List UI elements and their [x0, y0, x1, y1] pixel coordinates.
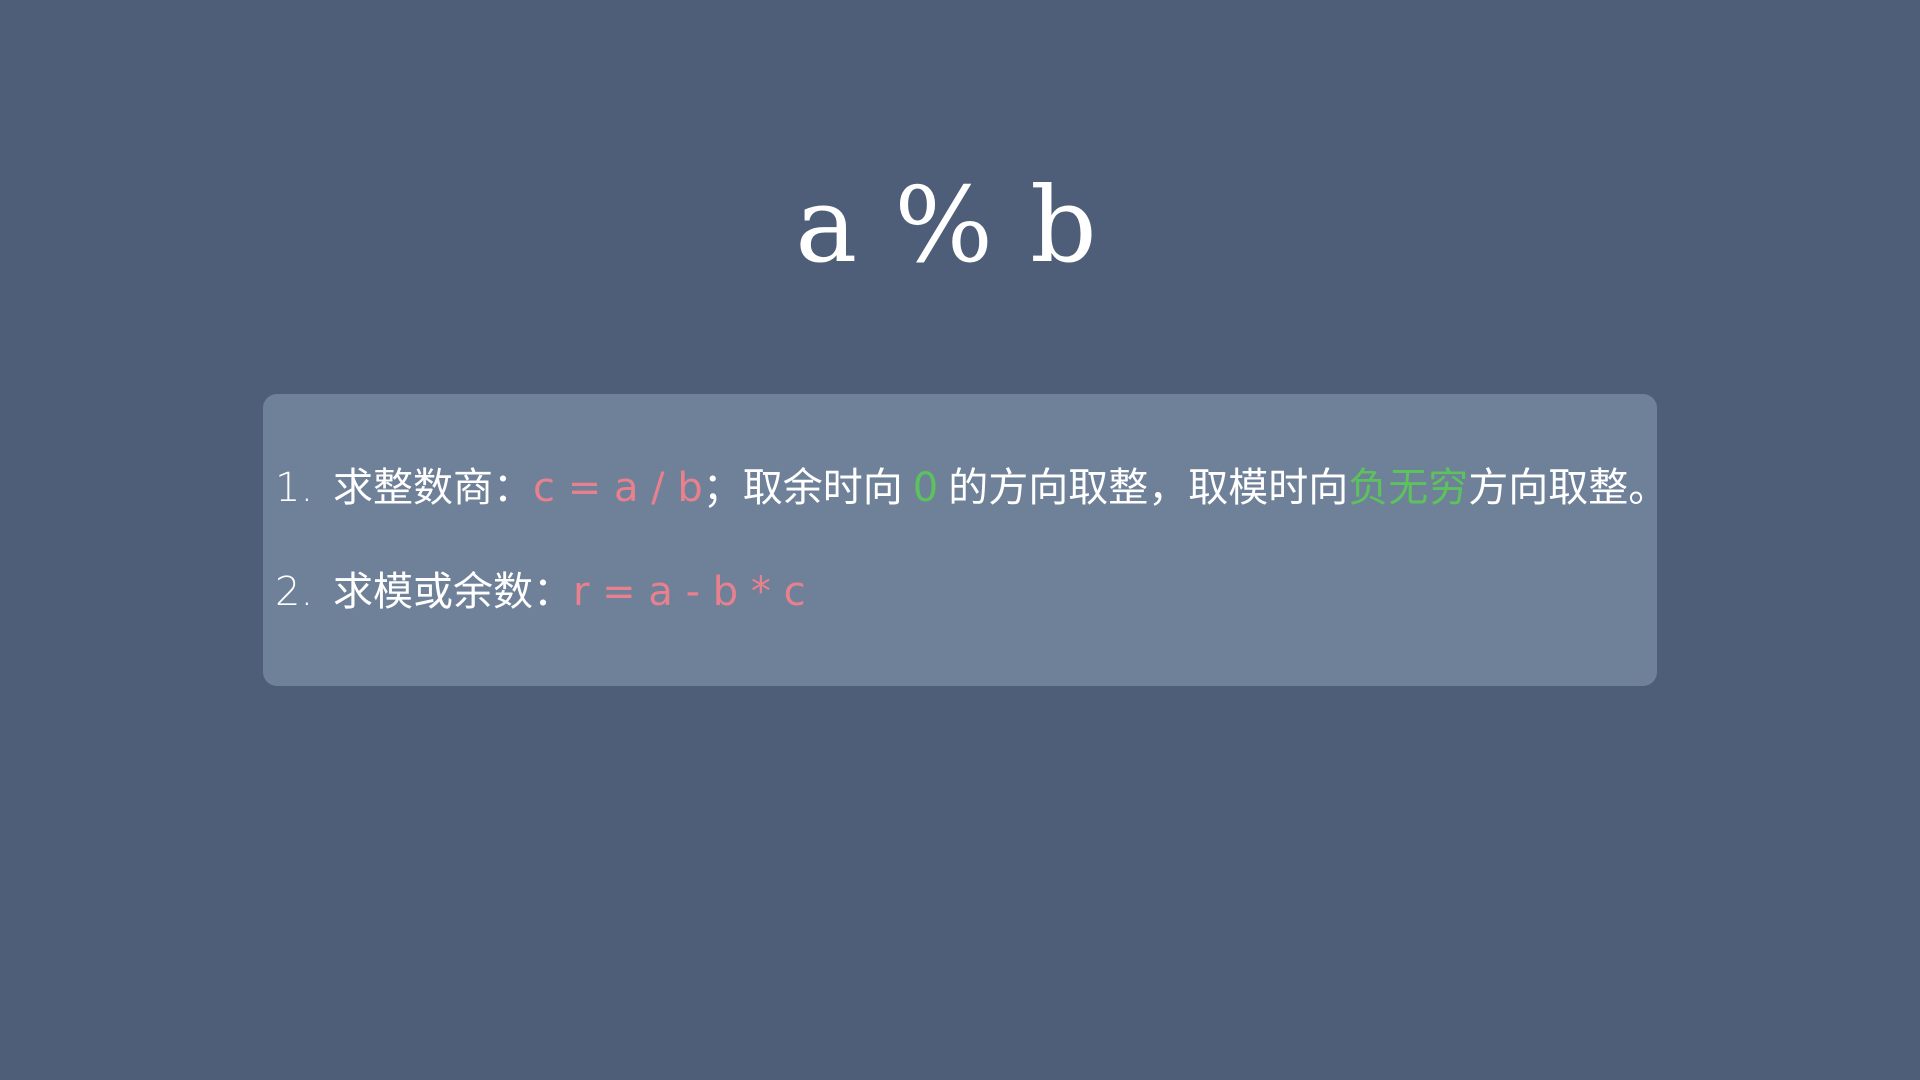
list-item-remainder: 2. 求模或余数：r = a - b * c	[275, 562, 806, 622]
list-number: 2.	[275, 569, 314, 615]
description-text: 方向取整。	[1468, 465, 1669, 511]
highlight-zero: 0	[912, 465, 939, 511]
list-item-label: 求模或余数：	[333, 569, 573, 615]
formula-remainder: r = a - b * c	[573, 569, 806, 615]
list-item-label: 求整数商：	[333, 465, 533, 511]
content-box: 1. 求整数商：c = a / b；取余时向 0 的方向取整，取模时向负无穷方向取整。…	[263, 394, 1668, 686]
highlight-negative-infinity: 负无穷	[1348, 465, 1469, 511]
formula-quotient: c = a / b	[533, 465, 703, 511]
description-text: 的方向取整，取模时向	[948, 465, 1349, 511]
list-item-quotient: 1. 求整数商：c = a / b；取余时向 0 的方向取整，取模时向负无穷方向取整。	[275, 458, 1668, 518]
slide-title: a % b	[795, 164, 1099, 286]
description-text: ；取余时向	[702, 465, 903, 511]
list-number: 1.	[275, 465, 314, 511]
